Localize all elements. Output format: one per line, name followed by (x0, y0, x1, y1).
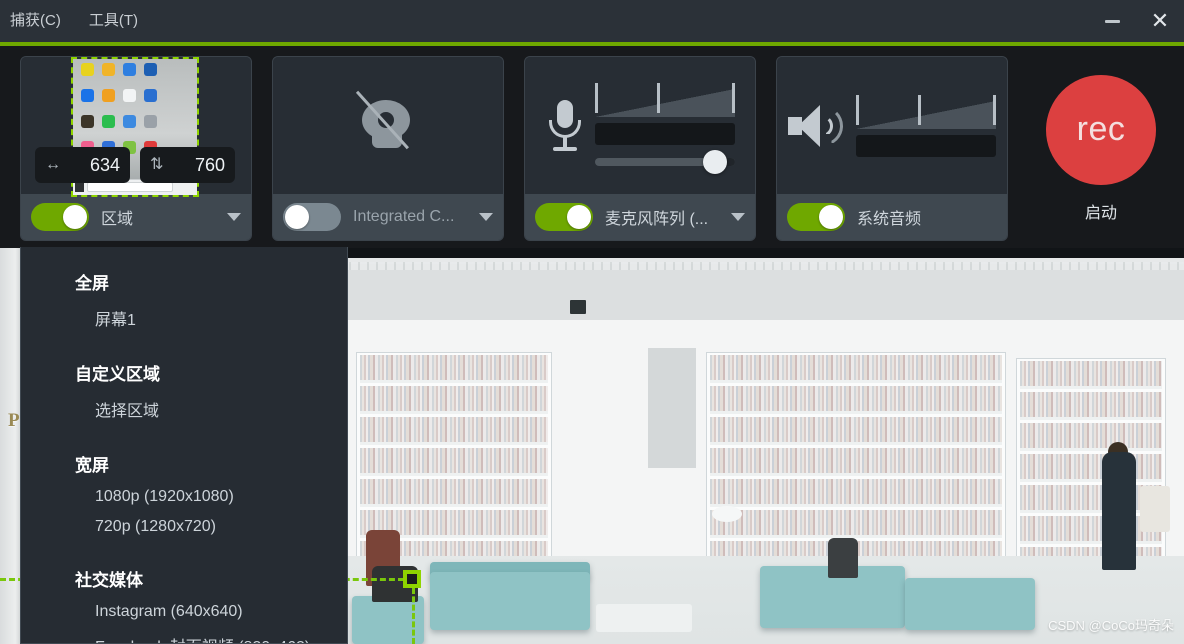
chevron-down-icon[interactable] (731, 213, 745, 221)
microphone-toggle[interactable] (535, 203, 593, 231)
menubar-item-capture[interactable]: 捕获(C) (0, 0, 75, 42)
system-audio-toggle[interactable] (787, 203, 845, 231)
width-value: 634 (89, 154, 120, 175)
speaker-icon (788, 101, 846, 151)
minimize-icon (1104, 19, 1120, 23)
webcam-source-label: Integrated C... (353, 208, 455, 225)
dropdown-item-facebook-cover[interactable]: Facebook 封面视频 (820x462) (21, 627, 347, 643)
dropdown-item-screen1[interactable]: 屏幕1 (21, 300, 347, 336)
recorder-window: 捕获(C) 工具(T) ✕ ↔ 634 ⇅ 760 区域 Integrated … (0, 0, 1184, 248)
dropdown-item-720p[interactable]: 720p (1280x720) (21, 512, 347, 542)
desktop-glyph: P (8, 410, 20, 431)
wall-panel (648, 348, 696, 468)
system-audio-meters (846, 94, 996, 157)
dropdown-item-select-region[interactable]: 选择区域 (21, 391, 347, 427)
webcam-card-footer: Integrated C... (273, 194, 503, 240)
person-seated-center (828, 538, 858, 578)
dropdown-group-title-fullscreen: 全屏 (75, 274, 109, 293)
height-arrow-icon: ⇅ (150, 156, 164, 173)
white-table (596, 604, 692, 632)
toggle-knob (63, 205, 87, 229)
microphone-volume-slider[interactable] (595, 149, 735, 174)
screen-card-footer: 区域 (21, 194, 251, 240)
dropdown-spacer (21, 542, 347, 558)
toggle-knob (819, 205, 843, 229)
microphone-level-bar (595, 122, 735, 145)
width-arrow-icon: ↔ (45, 156, 61, 173)
microphone-controls-area (525, 57, 755, 194)
thumbnail-search-box (87, 182, 173, 192)
capture-source-dropdown[interactable]: 全屏 屏幕1 自定义区域 选择区域 宽屏 1080p (1920x1080) 7… (20, 247, 348, 644)
record-button[interactable]: rec (1046, 74, 1156, 185)
wall-vent (570, 300, 586, 314)
microphone-card[interactable]: 麦克风阵列 (... (524, 56, 756, 241)
watermark: CSDN @CoCo玛奇朵 (1048, 618, 1174, 633)
system-audio-controls-area (777, 57, 1007, 194)
dropdown-item-instagram[interactable]: Instagram (640x640) (21, 597, 347, 627)
close-icon: ✕ (1150, 8, 1170, 33)
system-audio-level-meter (856, 94, 996, 129)
system-audio-source-label: 系统音频 (857, 211, 922, 228)
selection-edge-left[interactable] (412, 588, 415, 644)
screen-capture-card[interactable]: ↔ 634 ⇅ 760 区域 (20, 56, 252, 241)
screen-source-label: 区域 (101, 211, 134, 228)
system-audio-level-bar (856, 134, 996, 157)
microphone-card-footer: 麦克风阵列 (... (525, 194, 755, 240)
microphone-meters (585, 82, 735, 174)
person-standing-right (1102, 452, 1136, 570)
shopping-bag (1140, 486, 1170, 532)
dropdown-group-title-custom-region: 自定义区域 (75, 365, 160, 384)
webcam-preview-area (273, 57, 503, 194)
menubar-item-tools[interactable]: 工具(T) (75, 0, 152, 42)
chevron-down-icon[interactable] (227, 213, 241, 221)
selection-handle-corner[interactable] (403, 570, 421, 588)
system-audio-card-footer: 系统音频 (777, 194, 1007, 240)
thumbnail-start-icon (75, 183, 84, 192)
screen-capture-toggle[interactable] (31, 203, 89, 231)
height-field[interactable]: ⇅ 760 (140, 147, 235, 183)
title-bar: 捕获(C) 工具(T) ✕ (0, 0, 1184, 42)
toggle-knob (285, 205, 309, 229)
window-controls: ✕ (1088, 0, 1184, 42)
webcam-card[interactable]: Integrated C... (272, 56, 504, 241)
source-toolbar: ↔ 634 ⇅ 760 区域 Integrated C... 麦克风阵列 (..… (0, 46, 1184, 248)
dropdown-spacer (21, 427, 347, 443)
chevron-down-icon[interactable] (479, 213, 493, 221)
dropdown-item-1080p[interactable]: 1080p (1920x1080) (21, 482, 347, 512)
microphone-level-meter (595, 82, 735, 117)
app-root: P 捕获(C) 工具(T) ✕ ↔ 634 ⇅ 760 区域 Integrate… (0, 0, 1184, 644)
webcam-disabled-icon (355, 90, 420, 154)
left-window-strip (0, 248, 22, 644)
floor-lamp (712, 506, 742, 522)
toggle-knob (567, 205, 591, 229)
microphone-icon (545, 98, 585, 154)
sofa-3 (905, 578, 1035, 630)
dropdown-group-title-widescreen: 宽屏 (75, 456, 109, 475)
dropdown-spacer (21, 336, 347, 352)
close-button[interactable]: ✕ (1136, 0, 1184, 42)
webcam-toggle[interactable] (283, 203, 341, 231)
screen-preview-area: ↔ 634 ⇅ 760 (21, 57, 251, 197)
microphone-source-label: 麦克风阵列 (... (605, 211, 709, 228)
record-button-label: 启动 (1084, 204, 1117, 222)
height-value: 760 (194, 154, 225, 175)
minimize-button[interactable] (1088, 0, 1136, 42)
volume-slider-thumb[interactable] (703, 149, 727, 174)
system-audio-card[interactable]: 系统音频 (776, 56, 1008, 241)
dimension-readouts: ↔ 634 ⇅ 760 (35, 147, 235, 183)
sofa-1 (430, 572, 590, 630)
width-field[interactable]: ↔ 634 (35, 147, 130, 183)
record-area: rec 启动 (1026, 56, 1176, 241)
dropdown-group-title-social-media: 社交媒体 (75, 571, 143, 590)
